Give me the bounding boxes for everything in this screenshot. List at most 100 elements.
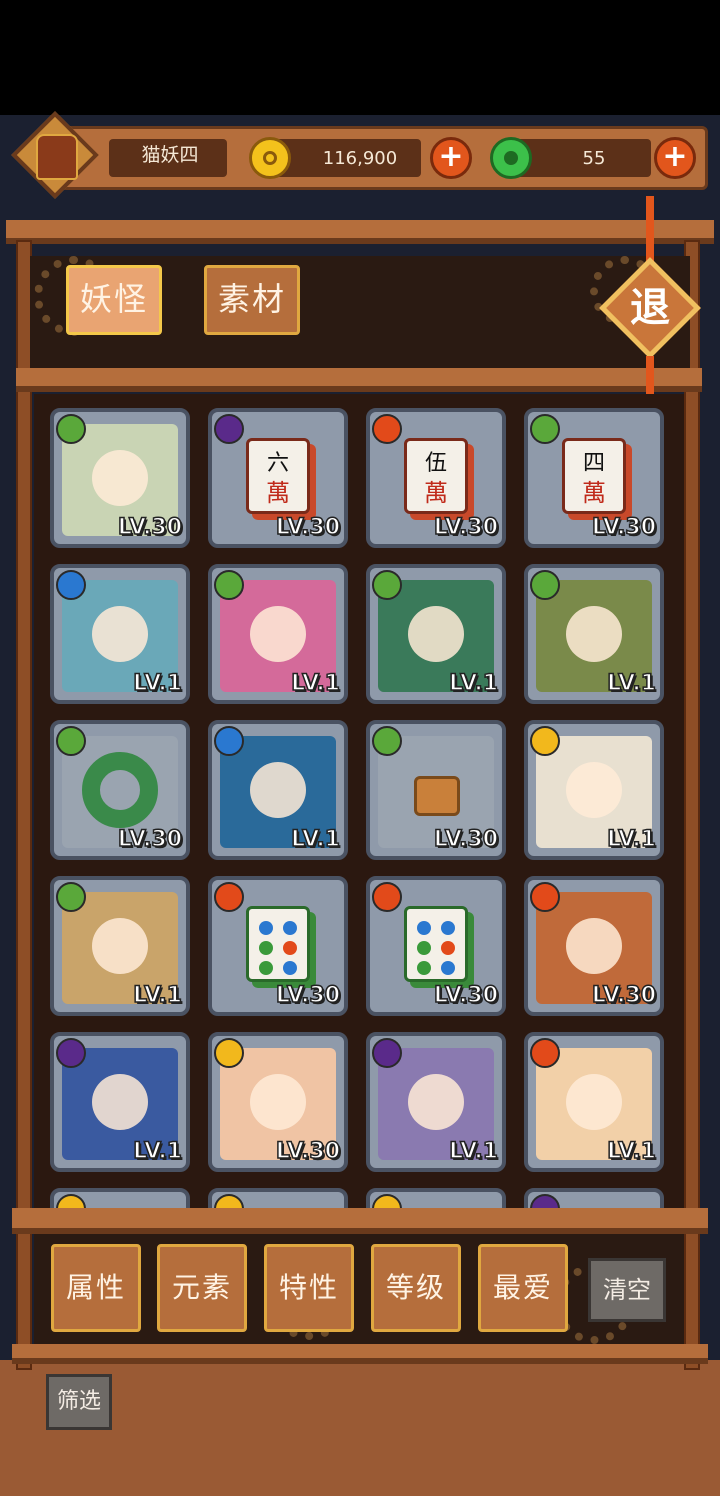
water-element-icon	[56, 570, 86, 600]
wood-element-icon	[530, 570, 560, 600]
monster-card[interactable]: LV.30	[208, 1032, 348, 1172]
level-label: LV.30	[591, 982, 657, 1009]
exit-label: 退	[630, 285, 670, 331]
tile-wan-glyph: 萬	[424, 479, 448, 507]
add-jade-button[interactable]: +	[654, 137, 696, 179]
mahjong-tile-icon: 伍萬	[404, 438, 468, 514]
add-gold-button[interactable]: +	[430, 137, 472, 179]
monster-card[interactable]: LV.30	[366, 876, 506, 1016]
jade-coin-icon	[490, 137, 532, 179]
screen-button[interactable]: 筛选	[46, 1374, 112, 1430]
monster-portrait-icon	[566, 606, 622, 662]
monster-card[interactable]: LV.30	[208, 876, 348, 1016]
monster-card[interactable]: LV.1	[50, 876, 190, 1016]
fire-element-icon	[214, 882, 244, 912]
serpent-ring-icon	[82, 752, 158, 828]
fire-element-icon	[372, 414, 402, 444]
monster-card[interactable]	[524, 1188, 664, 1208]
wood-element-icon	[530, 414, 560, 444]
player-avatar[interactable]	[11, 111, 99, 199]
footer-bar	[12, 1344, 708, 1364]
wood-element-icon	[214, 570, 244, 600]
light-element-icon	[530, 726, 560, 756]
monster-card[interactable]: LV.1	[524, 564, 664, 704]
level-label: LV.1	[290, 826, 340, 853]
tab-materials[interactable]: 素材	[204, 265, 300, 335]
filter-favorite-button[interactable]: 最爱	[478, 1244, 568, 1332]
level-label: LV.1	[606, 670, 656, 697]
monster-card[interactable]: LV.1	[524, 1032, 664, 1172]
filter-trait-button[interactable]: 特性	[264, 1244, 354, 1332]
player-nickname: 猫妖四	[141, 144, 199, 166]
filter-attribute-button[interactable]: 属性	[51, 1244, 141, 1332]
light-element-icon	[214, 1038, 244, 1068]
monster-portrait-icon	[566, 918, 622, 974]
jade-amount: 55	[582, 148, 606, 169]
level-label: LV.1	[132, 1138, 182, 1165]
monster-card[interactable]	[208, 1188, 348, 1208]
tile-wan-glyph: 萬	[582, 479, 606, 507]
level-label: LV.30	[433, 514, 499, 541]
monster-card[interactable]	[50, 1188, 190, 1208]
tile-dot	[441, 961, 455, 975]
level-label: LV.30	[275, 982, 341, 1009]
exit-button[interactable]: 退	[582, 196, 718, 426]
exit-cord	[646, 196, 654, 262]
light-element-icon	[56, 1194, 86, 1208]
tile-dot	[259, 961, 273, 975]
gold-coin-icon	[249, 137, 291, 179]
tile-dot	[441, 941, 455, 955]
clear-filter-button[interactable]: 清空	[588, 1258, 666, 1322]
tree-stump-icon	[414, 776, 460, 816]
monster-portrait-icon	[250, 762, 306, 818]
monster-card[interactable]: LV.30	[50, 720, 190, 860]
monster-card[interactable]: 六萬 LV.30	[208, 408, 348, 548]
monster-card[interactable]: LV.1	[366, 1032, 506, 1172]
monster-card[interactable]: LV.30	[524, 876, 664, 1016]
dark-element-icon	[214, 414, 244, 444]
tab-monsters[interactable]: 妖怪	[66, 265, 162, 335]
level-label: LV.1	[290, 670, 340, 697]
monster-card[interactable]: LV.1	[208, 720, 348, 860]
exit-diamond: 退	[599, 257, 701, 359]
filter-element-button[interactable]: 元素	[157, 1244, 247, 1332]
tile-dot	[283, 921, 297, 935]
water-element-icon	[214, 726, 244, 756]
mahjong-tile-icon: 六萬	[246, 438, 310, 514]
level-label: LV.30	[433, 826, 499, 853]
wood-element-icon	[372, 570, 402, 600]
filter-level-button[interactable]: 等级	[371, 1244, 461, 1332]
dot-tile-icon	[246, 906, 310, 982]
wood-element-icon	[56, 414, 86, 444]
tile-dot	[417, 941, 431, 955]
monster-card[interactable]: 伍萬 LV.30	[366, 408, 506, 548]
level-label: LV.1	[448, 1138, 498, 1165]
monster-card[interactable]: LV.1	[208, 564, 348, 704]
monster-portrait-icon	[92, 1074, 148, 1130]
monster-card[interactable]: LV.1	[50, 1032, 190, 1172]
monster-grid[interactable]: LV.30 六萬 LV.30 伍萬 LV.30 四萬 LV.30 LV.1 LV.1 LV.1 LV…	[34, 394, 684, 1208]
monster-card[interactable]: LV.30	[366, 720, 506, 860]
dot-tile-icon	[404, 906, 468, 982]
monster-card[interactable]: 四萬 LV.30	[524, 408, 664, 548]
level-label: LV.1	[132, 982, 182, 1009]
tile-wan-glyph: 萬	[266, 479, 290, 507]
monster-card[interactable]: LV.1	[524, 720, 664, 860]
monster-portrait-icon	[92, 606, 148, 662]
level-label: LV.30	[117, 826, 183, 853]
monster-card[interactable]: LV.30	[50, 408, 190, 548]
level-label: LV.30	[275, 514, 341, 541]
monster-portrait-icon	[566, 1074, 622, 1130]
fire-element-icon	[372, 882, 402, 912]
avatar-icon	[36, 134, 78, 180]
monster-portrait-icon	[250, 606, 306, 662]
light-element-icon	[372, 1194, 402, 1208]
level-label: LV.1	[132, 670, 182, 697]
monster-card[interactable]: LV.1	[366, 564, 506, 704]
monster-portrait-icon	[250, 1074, 306, 1130]
monster-card[interactable]: LV.1	[50, 564, 190, 704]
lower-shelf-bar	[12, 1208, 708, 1234]
level-label: LV.30	[433, 982, 499, 1009]
monster-card[interactable]	[366, 1188, 506, 1208]
tile-dot	[259, 921, 273, 935]
